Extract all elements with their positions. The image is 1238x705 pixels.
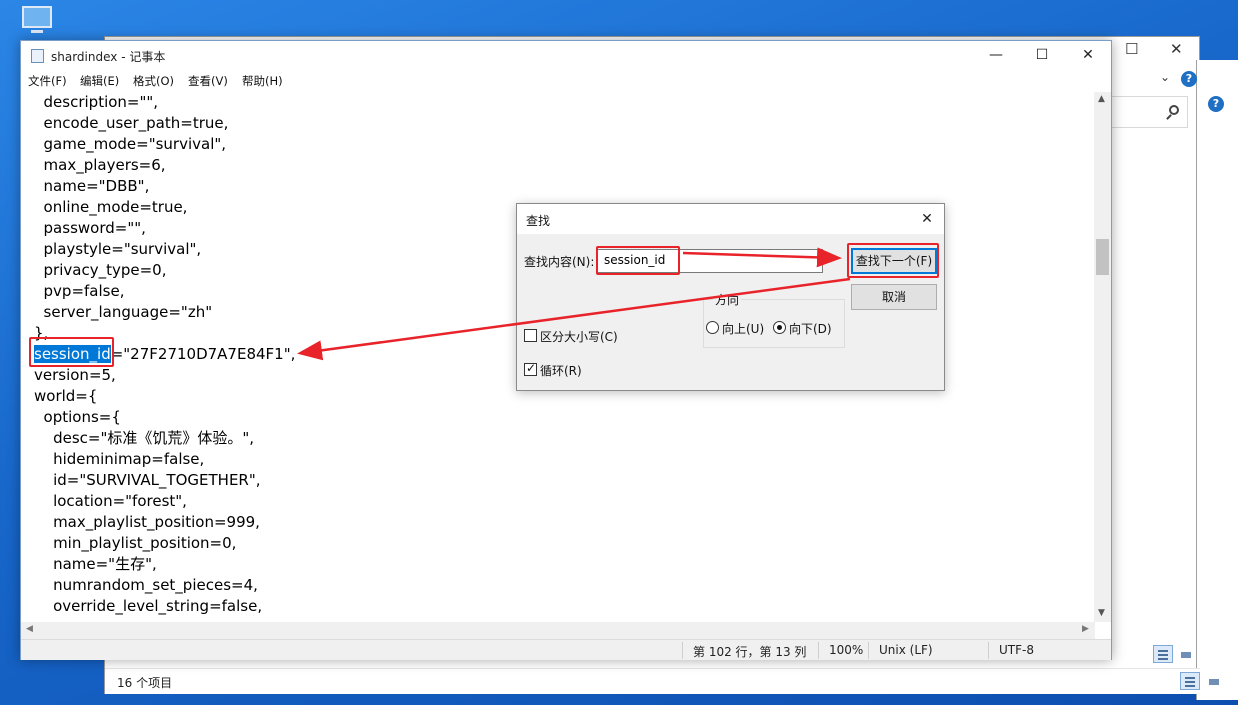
text-line: options={ bbox=[34, 408, 121, 426]
wrap-around-label[interactable]: 循环(R) bbox=[540, 362, 582, 379]
explorer-window-back-2 bbox=[1196, 60, 1238, 700]
maximize-button[interactable]: ☐ bbox=[1019, 41, 1065, 70]
text-line: id="SURVIVAL_TOGETHER", bbox=[34, 471, 261, 489]
notepad-icon bbox=[31, 49, 44, 63]
scroll-up-icon[interactable]: ▲ bbox=[1098, 94, 1105, 104]
text-line: privacy_type=0, bbox=[34, 261, 167, 279]
text-rest: ="27F2710D7A7E84F1", bbox=[110, 345, 296, 363]
text-line: description="", bbox=[34, 93, 159, 111]
desktop-computer-icon[interactable] bbox=[22, 6, 56, 36]
explorer-help-icon[interactable]: ? bbox=[1181, 71, 1197, 87]
text-line: password="", bbox=[34, 219, 146, 237]
match-case-label[interactable]: 区分大小写(C) bbox=[540, 328, 618, 345]
text-line: min_playlist_position=0, bbox=[34, 534, 237, 552]
search-icon bbox=[1169, 105, 1179, 115]
menu-bar: 文件(F) 编辑(E) 格式(O) 查看(V) 帮助(H) bbox=[21, 70, 1111, 92]
explorer-chevron-down-icon[interactable]: ⌄ bbox=[1160, 70, 1170, 84]
direction-label: 方向 bbox=[713, 291, 742, 308]
text-line: pvp=false, bbox=[34, 282, 125, 300]
direction-down-radio[interactable] bbox=[773, 321, 786, 334]
text-line: server_language="zh" bbox=[34, 303, 213, 321]
scroll-thumb[interactable] bbox=[1096, 239, 1109, 275]
menu-edit[interactable]: 编辑(E) bbox=[80, 73, 119, 89]
text-line: desc="标准《饥荒》体验。", bbox=[34, 429, 255, 447]
large-icons-view-icon-2[interactable] bbox=[1204, 672, 1224, 690]
direction-up-radio[interactable] bbox=[706, 321, 719, 334]
find-what-label: 查找内容(N): bbox=[524, 255, 595, 269]
text-line: version=5, bbox=[34, 366, 116, 384]
zoom-level: 100% bbox=[829, 643, 864, 657]
text-line: online_mode=true, bbox=[34, 198, 188, 216]
find-dialog-title-bar[interactable]: 查找 ✕ bbox=[517, 204, 944, 234]
minimize-button[interactable]: — bbox=[973, 41, 1019, 70]
find-dialog-close-icon[interactable]: ✕ bbox=[916, 208, 938, 230]
direction-up-label[interactable]: 向上(U) bbox=[722, 320, 764, 337]
explorer-search-input[interactable] bbox=[1110, 96, 1188, 128]
explorer-close-icon[interactable]: ✕ bbox=[1170, 40, 1183, 58]
cursor-position: 第 102 行，第 13 列 bbox=[693, 645, 807, 659]
scroll-down-icon[interactable]: ▼ bbox=[1098, 608, 1105, 618]
annotation-box-find-next bbox=[847, 243, 939, 278]
cancel-button[interactable]: 取消 bbox=[851, 284, 937, 310]
direction-down-label[interactable]: 向下(D) bbox=[789, 320, 832, 337]
explorer-help-icon-2[interactable]: ? bbox=[1208, 96, 1224, 112]
details-view-icon-2[interactable] bbox=[1180, 672, 1200, 690]
notepad-status-bar: 第 102 行，第 13 列 100% Unix (LF) UTF-8 bbox=[21, 639, 1111, 660]
match-case-checkbox[interactable] bbox=[524, 329, 537, 342]
large-icons-view-icon[interactable] bbox=[1176, 645, 1196, 663]
explorer-maximize-icon[interactable]: ☐ bbox=[1125, 40, 1138, 58]
wrap-around-checkbox[interactable] bbox=[524, 361, 537, 376]
text-line: numrandom_set_pieces=4, bbox=[34, 576, 258, 594]
text-line: name="生存", bbox=[34, 555, 157, 573]
text-line: max_players=6, bbox=[34, 156, 166, 174]
menu-format[interactable]: 格式(O) bbox=[133, 73, 174, 89]
menu-view[interactable]: 查看(V) bbox=[188, 73, 228, 89]
annotation-box-selection bbox=[29, 337, 114, 367]
text-line: playstyle="survival", bbox=[34, 240, 202, 258]
close-button[interactable]: ✕ bbox=[1065, 41, 1111, 70]
text-line: location="forest", bbox=[34, 492, 187, 510]
annotation-box-input bbox=[596, 246, 680, 275]
vertical-scrollbar[interactable]: ▲ ▼ bbox=[1094, 92, 1111, 622]
text-line: encode_user_path=true, bbox=[34, 114, 229, 132]
line-ending: Unix (LF) bbox=[879, 643, 933, 657]
menu-file[interactable]: 文件(F) bbox=[28, 73, 67, 89]
text-line: hideminimap=false, bbox=[34, 450, 205, 468]
notepad-title-bar[interactable]: shardindex - 记事本 — ☐ ✕ bbox=[21, 41, 1111, 70]
text-line: world={ bbox=[34, 387, 98, 405]
scroll-right-icon[interactable]: ▶ bbox=[1082, 624, 1089, 634]
text-line: override_level_string=false, bbox=[34, 597, 263, 615]
details-view-icon[interactable] bbox=[1153, 645, 1173, 663]
text-line: game_mode="survival", bbox=[34, 135, 227, 153]
text-line: max_playlist_position=999, bbox=[34, 513, 260, 531]
explorer-item-count: 16 个项目 bbox=[117, 676, 173, 690]
horizontal-scrollbar[interactable]: ◀ ▶ bbox=[21, 622, 1095, 639]
scroll-left-icon[interactable]: ◀ bbox=[26, 624, 33, 634]
text-line: name="DBB", bbox=[34, 177, 150, 195]
find-dialog-title: 查找 bbox=[526, 214, 551, 228]
menu-help[interactable]: 帮助(H) bbox=[242, 73, 283, 89]
encoding: UTF-8 bbox=[999, 643, 1034, 657]
explorer-status-bar: 16 个项目 bbox=[105, 668, 1200, 694]
notepad-title: shardindex - 记事本 bbox=[51, 50, 166, 64]
